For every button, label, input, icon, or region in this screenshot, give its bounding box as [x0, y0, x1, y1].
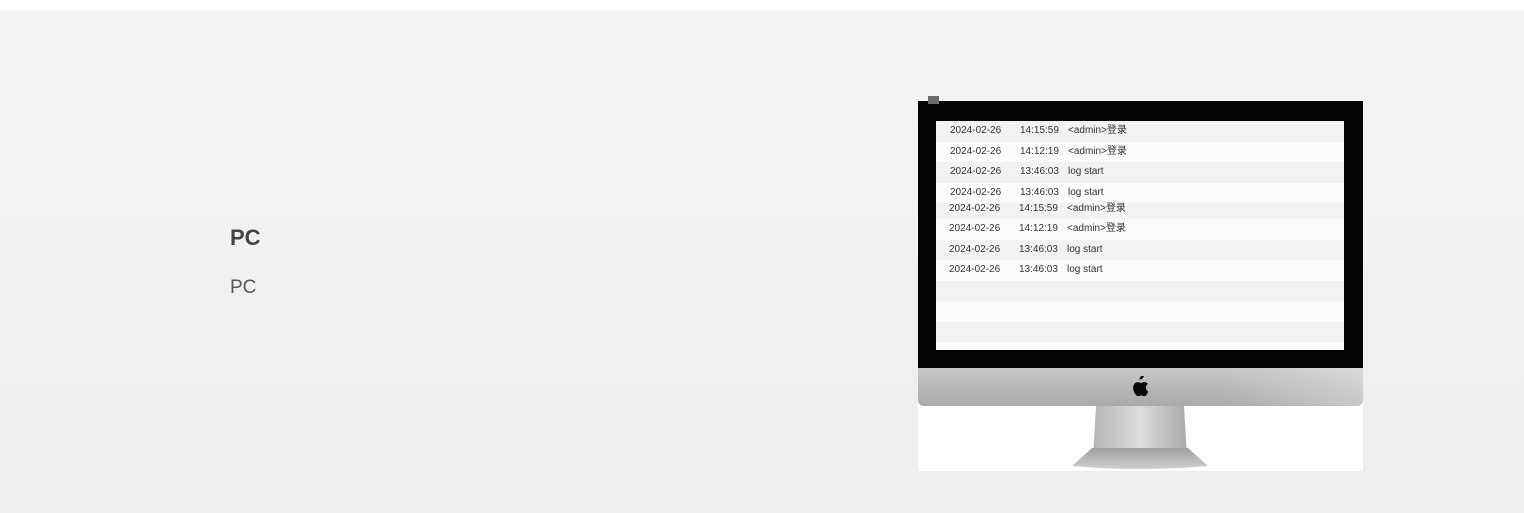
log-time: 13:46:03 [1019, 264, 1058, 275]
log-message: <admin>登录 [1068, 145, 1127, 157]
bezel-top-strip [918, 96, 1363, 101]
log-message: log start [1068, 186, 1104, 198]
log-row: 2024-02-26 14:12:19 <admin>登录 [936, 141, 1344, 162]
log-message: log start [1067, 264, 1103, 275]
log-row: 2024-02-26 14:15:59 <admin>登录 [936, 203, 1344, 219]
log-time: 14:15:59 [1020, 125, 1059, 136]
log-date: 2024-02-26 [949, 203, 1001, 214]
log-message: <admin>登录 [1067, 203, 1126, 214]
log-time: 13:46:03 [1020, 186, 1059, 198]
log-date: 2024-02-26 [950, 145, 1002, 157]
empty-log-row [936, 280, 1344, 301]
feature-title: PC [230, 225, 261, 250]
log-date: 2024-02-26 [950, 125, 1002, 136]
log-row: 2024-02-26 13:46:03 log start [936, 260, 1344, 281]
log-message: log start [1068, 166, 1104, 177]
log-time: 13:46:03 [1020, 166, 1059, 177]
log-date: 2024-02-26 [949, 243, 1001, 255]
feature-description: PC [230, 277, 257, 298]
bezel-corner-mark [928, 96, 939, 104]
monitor-stand-foot [1072, 448, 1208, 469]
log-date: 2024-02-26 [950, 186, 1002, 198]
log-row: 2024-02-26 14:15:59 <admin>登录 [936, 121, 1344, 142]
empty-log-row [936, 301, 1344, 322]
log-time: 13:46:03 [1019, 243, 1058, 255]
log-row: 2024-02-26 14:12:19 <admin>登录 [936, 219, 1344, 240]
log-message: log start [1067, 243, 1103, 255]
chin-highlight [1218, 368, 1363, 406]
log-message: <admin>登录 [1067, 223, 1126, 234]
log-time: 14:12:19 [1019, 223, 1058, 234]
monitor-screen: 2024-02-26 14:15:59 <admin>登录 2024-02-26 14… [936, 121, 1344, 350]
log-date: 2024-02-26 [949, 223, 1001, 234]
log-row: 2024-02-26 13:46:03 log start [936, 182, 1344, 203]
log-row: 2024-02-26 13:46:03 log start [936, 239, 1344, 260]
imac-monitor-illustration: 2024-02-26 14:15:59 <admin>登录 2024-02-26 14… [918, 96, 1363, 471]
log-time: 14:15:59 [1019, 203, 1058, 214]
log-date: 2024-02-26 [950, 166, 1002, 177]
apple-logo-icon [1133, 376, 1149, 397]
empty-log-row [936, 321, 1344, 342]
log-message: <admin>登录 [1068, 125, 1127, 136]
log-date: 2024-02-26 [949, 264, 1001, 275]
log-list-b: 2024-02-26 14:15:59 <admin>登录 2024-02-26 14… [936, 203, 1344, 281]
log-list-a: 2024-02-26 14:15:59 <admin>登录 2024-02-26 14… [936, 121, 1344, 203]
log-row: 2024-02-26 13:46:03 log start [936, 162, 1344, 183]
log-time: 14:12:19 [1020, 145, 1059, 157]
monitor-bezel: 2024-02-26 14:15:59 <admin>登录 2024-02-26 14… [918, 96, 1363, 368]
